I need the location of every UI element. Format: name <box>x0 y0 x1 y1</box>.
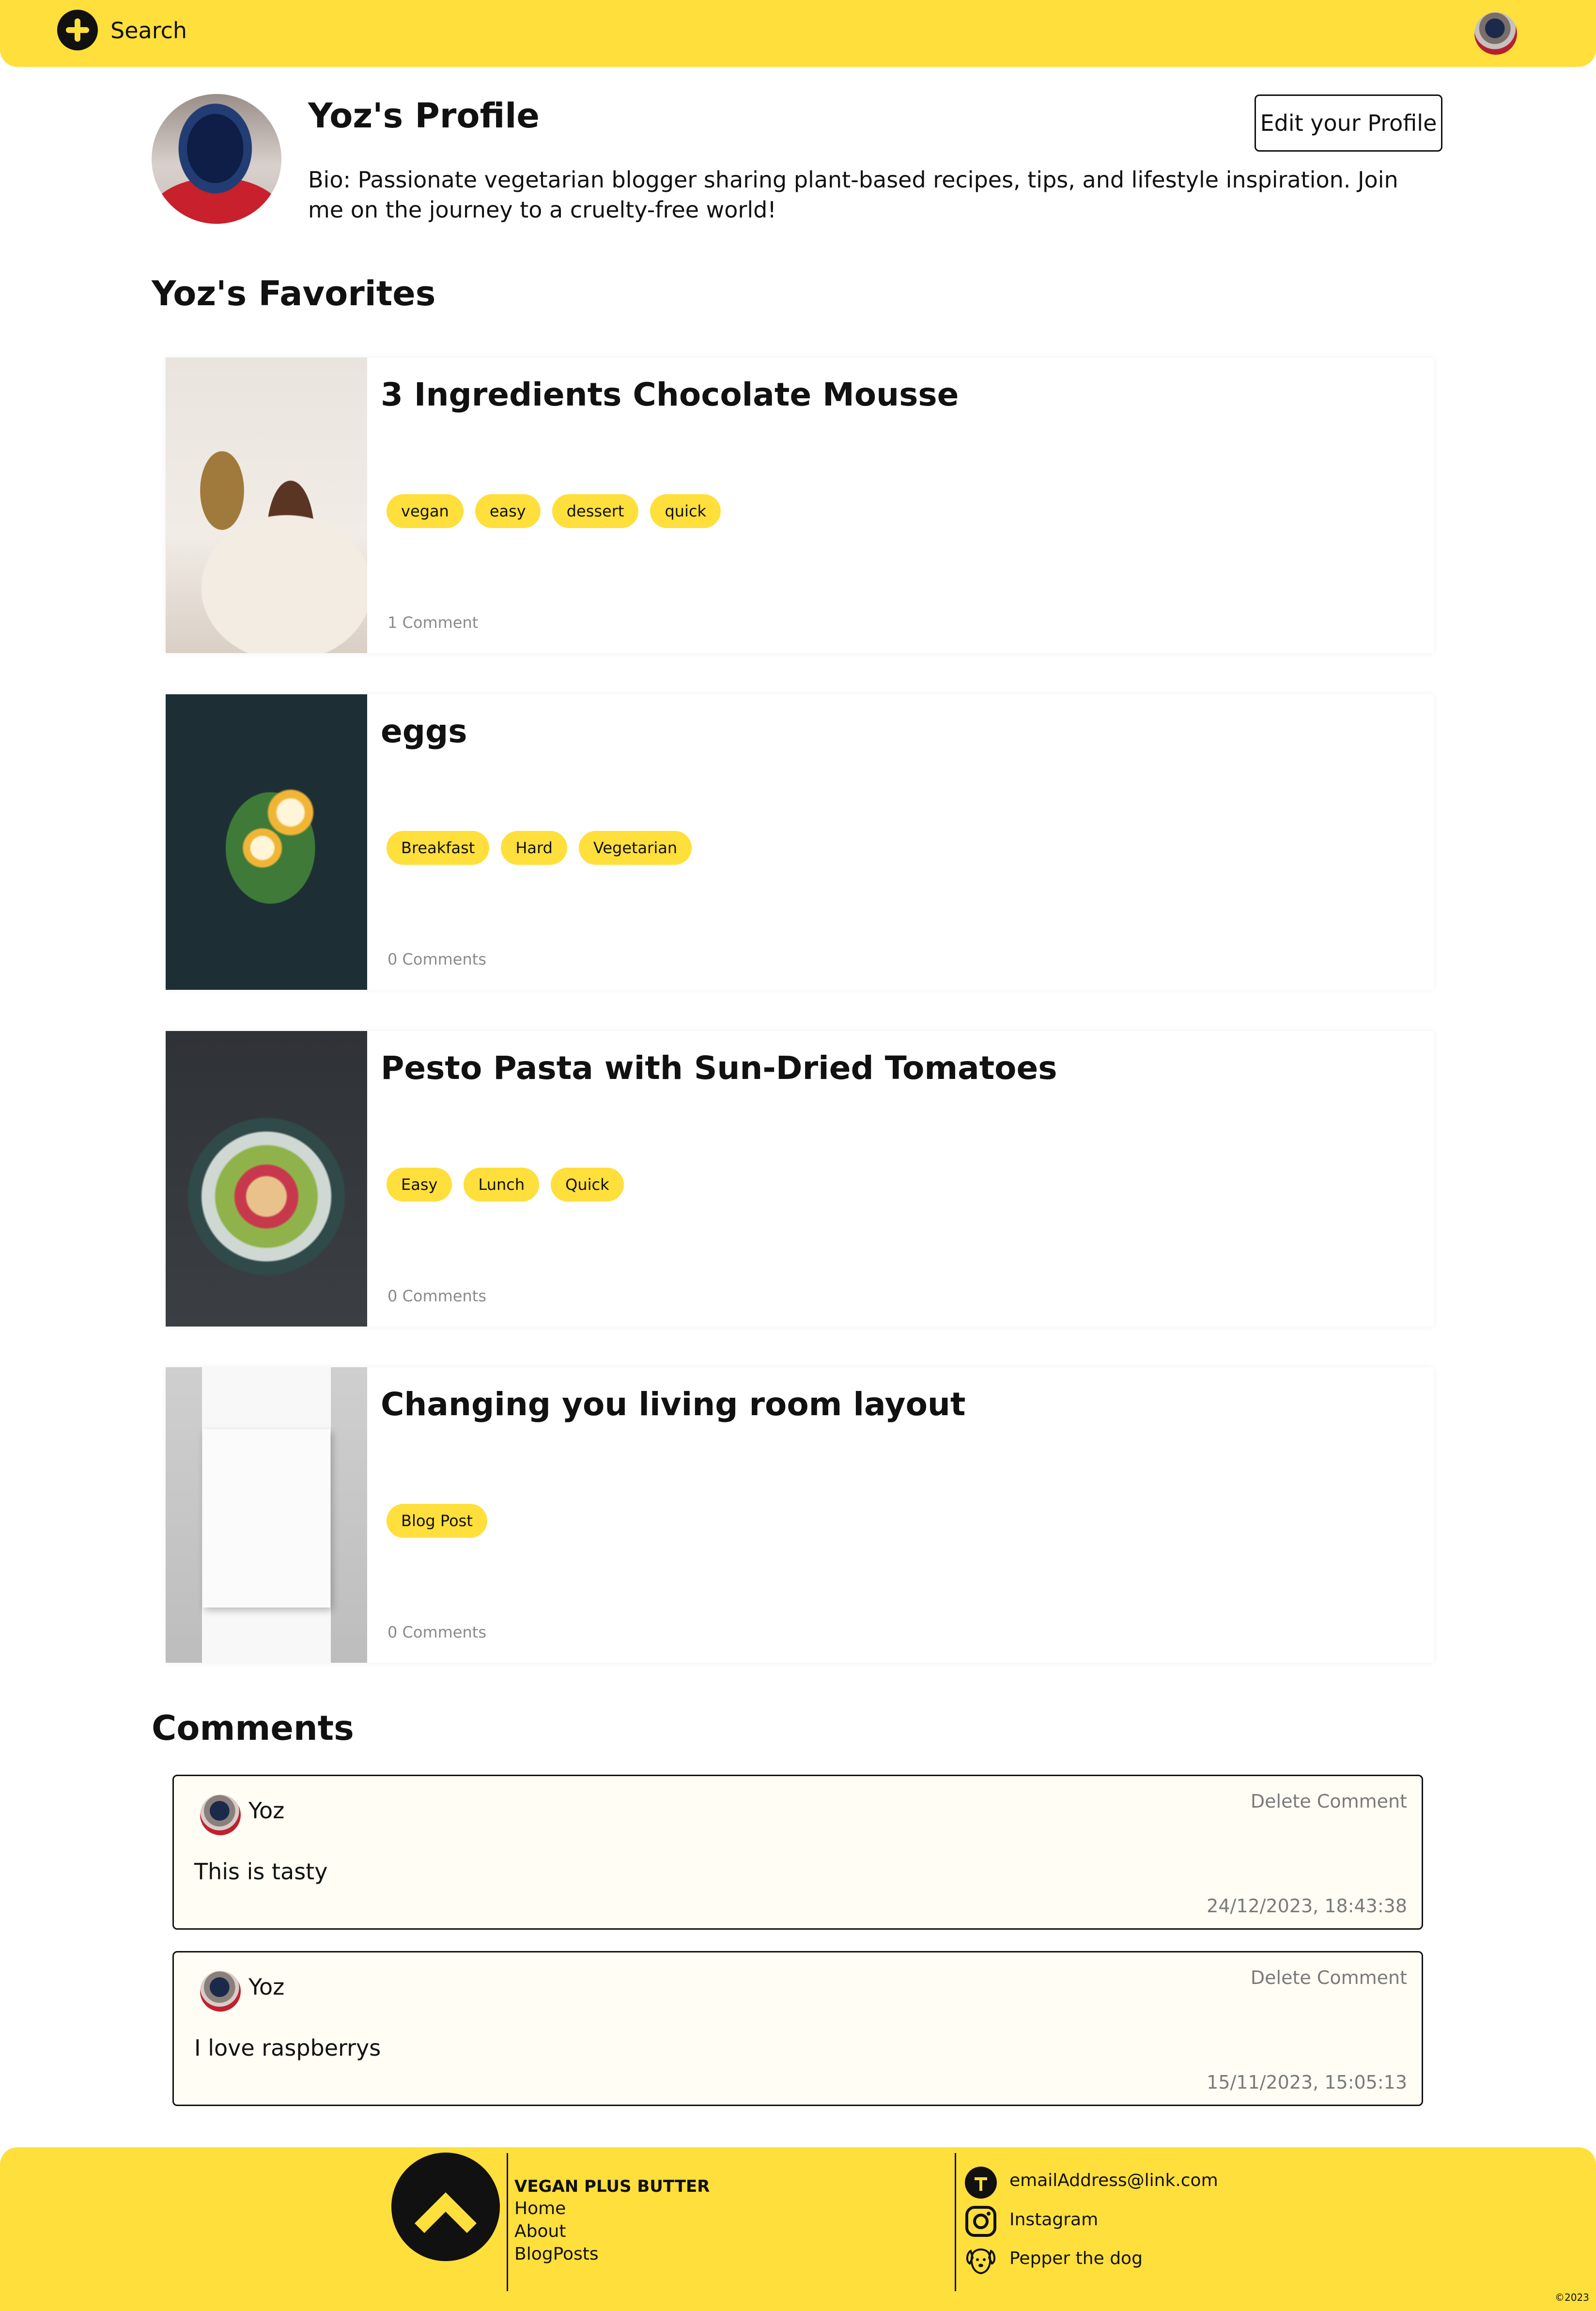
tag-list: Breakfast Hard Vegetarian <box>387 831 692 865</box>
tag-list: Easy Lunch Quick <box>387 1168 624 1202</box>
comment-date: 15/11/2023, 15:05:13 <box>1207 2072 1407 2093</box>
tag[interactable]: Vegetarian <box>578 831 692 865</box>
profile-bio: Bio: Passionate vegetarian blogger shari… <box>308 167 1398 223</box>
tag[interactable]: Blog Post <box>387 1504 487 1538</box>
footer-link-blogposts[interactable]: BlogPosts <box>514 2244 599 2264</box>
favorite-card[interactable]: Changing you living room layout Blog Pos… <box>166 1367 1434 1663</box>
footer-brand: VEGAN PLUS BUTTER <box>514 2177 710 2196</box>
card-title[interactable]: Changing you living room layout <box>381 1386 965 1423</box>
search-link[interactable]: Search <box>110 17 187 44</box>
commenter-avatar[interactable] <box>200 1971 241 2012</box>
card-title[interactable]: Pesto Pasta with Sun-Dried Tomatoes <box>381 1049 1057 1087</box>
pesto-pasta-image <box>166 1031 367 1327</box>
tag[interactable]: Quick <box>551 1168 624 1202</box>
comment-text: I love raspberrys <box>194 2035 381 2061</box>
tag[interactable]: easy <box>475 494 541 528</box>
comment-author[interactable]: Yoz <box>248 1797 284 1824</box>
brand-logo-icon[interactable] <box>391 2153 500 2261</box>
favorite-card[interactable]: Pesto Pasta with Sun-Dried Tomatoes Easy… <box>166 1031 1434 1327</box>
chocolate-mousse-image <box>166 358 367 653</box>
footer-link-about[interactable]: About <box>514 2221 566 2241</box>
comment-item: Yoz Delete Comment This is tasty 24/12/2… <box>172 1775 1423 1930</box>
footer <box>0 2147 1596 2311</box>
comment-count: 0 Comments <box>387 1623 486 1641</box>
commenter-avatar[interactable] <box>200 1795 241 1835</box>
comment-item: Yoz Delete Comment I love raspberrys 15/… <box>172 1951 1423 2106</box>
favorite-card[interactable]: 3 Ingredients Chocolate Mousse vegan eas… <box>166 358 1434 653</box>
contact-email[interactable]: emailAddress@link.com <box>1009 2170 1218 2190</box>
tag[interactable]: Easy <box>387 1168 452 1202</box>
tag[interactable]: vegan <box>387 494 464 528</box>
profile-title: Yoz's Profile <box>308 96 540 136</box>
delete-comment-button[interactable]: Delete Comment <box>1251 1967 1407 1988</box>
add-plus-icon[interactable] <box>57 10 98 50</box>
top-navbar <box>0 0 1596 67</box>
notebook-image <box>166 1367 367 1663</box>
user-avatar[interactable] <box>1474 12 1517 55</box>
tag[interactable]: Hard <box>501 831 567 865</box>
comment-date: 24/12/2023, 18:43:38 <box>1207 1895 1407 1917</box>
email-icon[interactable] <box>964 2166 998 2200</box>
contact-dog[interactable]: Pepper the dog <box>1009 2249 1143 2268</box>
contact-instagram[interactable]: Instagram <box>1009 2210 1098 2230</box>
footer-divider <box>507 2153 508 2291</box>
eggs-image <box>166 694 367 990</box>
card-title[interactable]: 3 Ingredients Chocolate Mousse <box>381 376 959 413</box>
tag-list: vegan easy dessert quick <box>387 494 721 528</box>
comment-count: 0 Comments <box>387 1287 486 1305</box>
card-title[interactable]: eggs <box>381 713 467 750</box>
comment-text: This is tasty <box>194 1858 328 1885</box>
comment-count: 1 Comment <box>387 613 479 632</box>
edit-profile-button[interactable]: Edit your Profile <box>1255 94 1442 152</box>
footer-divider <box>955 2153 956 2291</box>
tag[interactable]: quick <box>650 494 721 528</box>
footer-link-home[interactable]: Home <box>514 2199 566 2218</box>
favorite-card[interactable]: eggs Breakfast Hard Vegetarian 0 Comment… <box>166 694 1434 990</box>
tag[interactable]: Lunch <box>464 1168 540 1202</box>
profile-avatar <box>152 94 281 224</box>
comment-author[interactable]: Yoz <box>248 1974 284 2000</box>
comments-heading: Comments <box>152 1708 354 1748</box>
tag-list: Blog Post <box>387 1504 487 1538</box>
copyright: ©2023 <box>1555 2292 1589 2303</box>
tag[interactable]: Breakfast <box>387 831 490 865</box>
instagram-icon[interactable] <box>964 2204 998 2238</box>
dog-icon[interactable] <box>964 2243 998 2277</box>
tag[interactable]: dessert <box>552 494 639 528</box>
comment-count: 0 Comments <box>387 950 486 968</box>
favorites-heading: Yoz's Favorites <box>152 274 436 313</box>
delete-comment-button[interactable]: Delete Comment <box>1251 1791 1407 1812</box>
